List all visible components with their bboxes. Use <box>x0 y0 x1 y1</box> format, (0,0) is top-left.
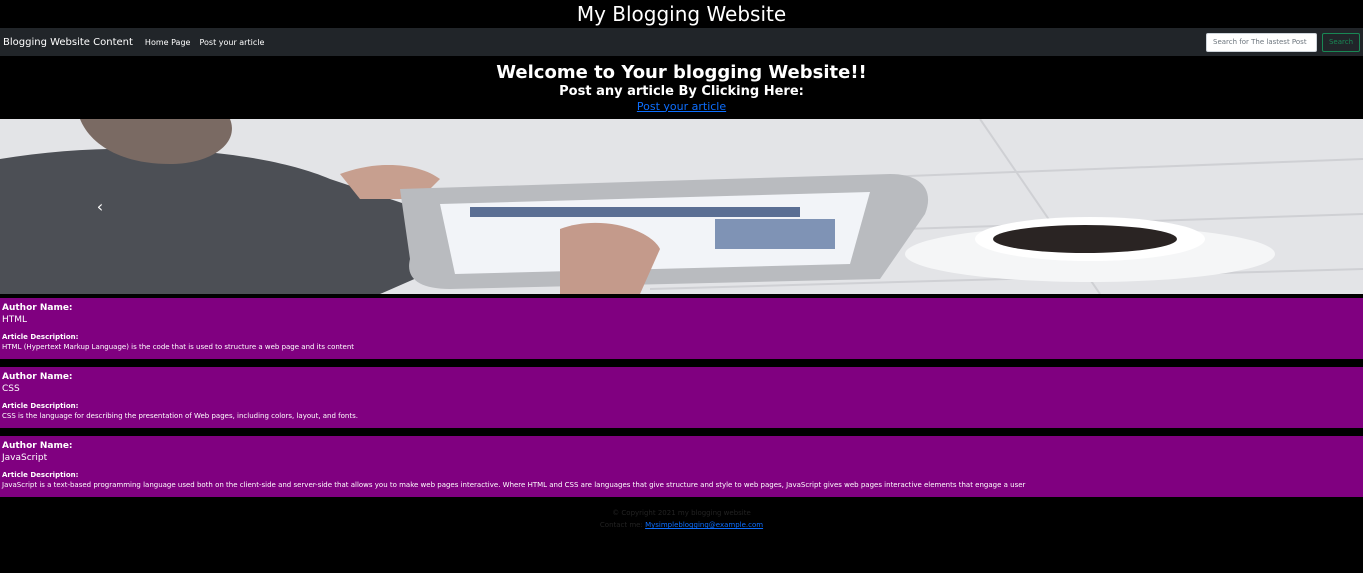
footer: © Copyright 2021 my blogging website Con… <box>0 497 1363 531</box>
search-button[interactable]: Search <box>1322 32 1360 52</box>
author-name: CSS <box>2 384 20 394</box>
nav-link-home[interactable]: Home Page <box>145 38 191 47</box>
article-description: CSS is the language for describing the p… <box>2 412 358 420</box>
description-label: Article Description: <box>2 333 79 341</box>
article-card: Author Name: HTML Article Description: H… <box>0 298 1363 359</box>
hero-heading: Welcome to Your blogging Website!! <box>496 61 867 83</box>
carousel-prev-button[interactable]: ‹ <box>90 197 110 217</box>
article-description: HTML (Hypertext Markup Language) is the … <box>2 343 355 351</box>
photo-coffee <box>993 225 1177 253</box>
author-label: Author Name: <box>2 372 73 382</box>
description-label: Article Description: <box>2 402 79 410</box>
author-name: HTML <box>2 315 28 325</box>
navbar-brand[interactable]: Blogging Website Content <box>3 37 133 48</box>
author-name: JavaScript <box>2 453 48 463</box>
nav-link-post-article[interactable]: Post your article <box>199 38 264 47</box>
footer-contact-label: Contact me: <box>599 521 643 529</box>
footer-contact: Contact me: Mysimpleblogging@example.com <box>0 519 1363 531</box>
author-label: Author Name: <box>2 441 73 451</box>
description-label: Article Description: <box>2 471 79 479</box>
image-carousel: ‹ <box>0 119 1363 294</box>
chevron-left-icon: ‹ <box>96 197 104 216</box>
hero-section: Welcome to Your blogging Website!! Post … <box>0 56 1363 119</box>
search-input[interactable] <box>1206 32 1317 52</box>
hero-subheading: Post any article By Clicking Here: <box>559 83 804 99</box>
photo-screen-block <box>715 219 835 249</box>
photo-screen-header <box>470 207 800 217</box>
post-article-link[interactable]: Post your article <box>637 100 726 114</box>
article-card: Author Name: CSS Article Description: CS… <box>0 367 1363 428</box>
footer-contact-email-link[interactable]: Mysimpleblogging@example.com <box>645 521 763 529</box>
article-list: Author Name: HTML Article Description: H… <box>0 298 1363 497</box>
navbar: Blogging Website Content Home Page Post … <box>0 28 1363 56</box>
carousel-photo <box>0 119 1363 294</box>
article-card: Author Name: JavaScript Article Descript… <box>0 436 1363 497</box>
footer-copyright: © Copyright 2021 my blogging website <box>612 509 751 517</box>
author-label: Author Name: <box>2 303 73 313</box>
article-description: JavaScript is a text-based programming l… <box>2 481 1026 489</box>
site-title: My Blogging Website <box>576 2 787 26</box>
